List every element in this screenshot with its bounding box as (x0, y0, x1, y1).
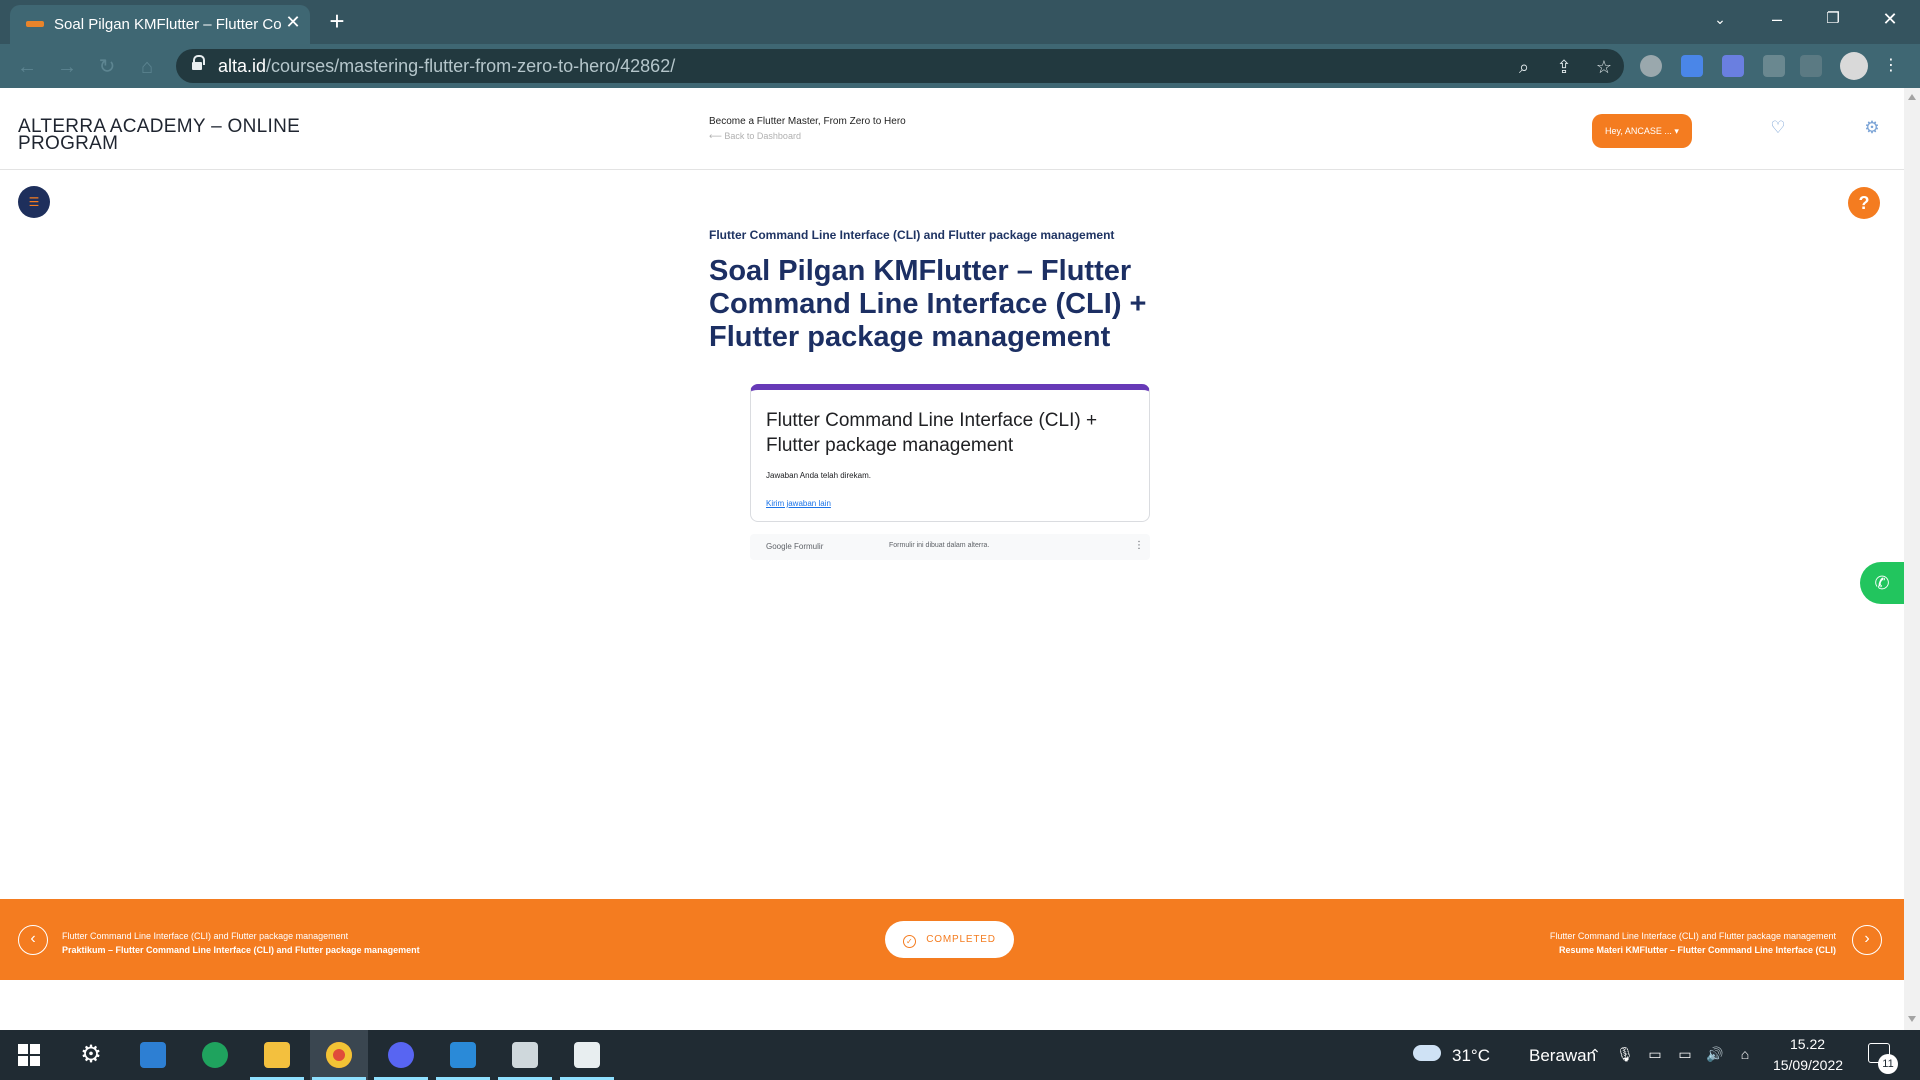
page-scrollbar[interactable] (1904, 88, 1920, 1030)
taskbar-file-explorer[interactable] (248, 1030, 306, 1080)
volume-icon[interactable]: 🔊 (1705, 1044, 1725, 1064)
app-terminal-icon (574, 1042, 600, 1068)
curriculum-menu-button[interactable]: ☰ (18, 186, 50, 218)
home-icon[interactable]: ⌂ (134, 54, 160, 80)
display-icon[interactable]: ▭ (1645, 1044, 1665, 1064)
scroll-down-arrow-icon[interactable] (1908, 1016, 1916, 1022)
share-icon[interactable]: ⇪ (1552, 55, 1576, 79)
extension-dictionary-icon[interactable] (1722, 55, 1744, 77)
show-hidden-icons-chevron-icon[interactable]: ⌃ (1585, 1044, 1605, 1064)
next-lesson-chevron-icon[interactable]: › (1852, 925, 1882, 955)
forward-arrow-icon[interactable]: → (54, 54, 80, 80)
browser-toolbar: ← → ↻ ⌂ alta.id/courses/mastering-flutte… (0, 44, 1920, 88)
lesson-section-name: Flutter Command Line Interface (CLI) and… (709, 228, 1115, 242)
new-tab-button[interactable]: + (322, 8, 352, 36)
side-panel-icon[interactable] (1800, 55, 1822, 77)
completed-button[interactable]: ✓ COMPLETED (885, 921, 1014, 958)
prev-section-name: Flutter Command Line Interface (CLI) and… (62, 931, 349, 941)
submit-another-response-link[interactable]: Kirim jawaban lain (766, 499, 831, 508)
extension-music-icon[interactable] (1640, 55, 1662, 77)
wishlist-heart-icon[interactable]: ♡ (1768, 118, 1788, 138)
extension-translate-icon[interactable] (1681, 55, 1703, 77)
prev-lesson-link[interactable]: Flutter Command Line Interface (CLI) and… (62, 929, 420, 957)
google-forms-logo[interactable]: Google Formulir (766, 542, 823, 551)
browser-tab[interactable]: Soal Pilgan KMFlutter – Flutter Command … (10, 5, 310, 44)
scroll-up-arrow-icon[interactable] (1908, 94, 1916, 100)
browser-menu-icon[interactable]: ⋮ (1880, 55, 1902, 77)
clock-date[interactable]: 15/09/2022 (1768, 1057, 1848, 1073)
back-link-label[interactable]: Back to Dashboard (724, 131, 801, 141)
clock-time[interactable]: 15.22 (1790, 1036, 1825, 1052)
back-arrow-icon[interactable]: ← (14, 54, 40, 80)
edge-browser-icon (202, 1042, 228, 1068)
course-title: Become a Flutter Master, From Zero to He… (709, 116, 906, 127)
taskbar-settings[interactable]: ⚙ (62, 1030, 120, 1080)
more-options-icon[interactable]: ⋮ (1134, 540, 1144, 551)
zoom-icon[interactable]: ⌕ (1512, 55, 1536, 79)
start-button[interactable] (0, 1030, 58, 1080)
taskbar-edge[interactable] (186, 1030, 244, 1080)
folder-icon (264, 1042, 290, 1068)
tab-search-icon[interactable]: ⌄ (1700, 4, 1740, 34)
completed-label: COMPLETED (926, 934, 996, 945)
url-text: alta.id/courses/mastering-flutter-from-z… (218, 56, 676, 76)
cloud-weather-icon[interactable] (1413, 1045, 1441, 1061)
address-bar[interactable]: alta.id/courses/mastering-flutter-from-z… (176, 49, 1624, 83)
next-lesson-link[interactable]: Flutter Command Line Interface (CLI) and… (1550, 929, 1836, 957)
form-footer: Google Formulir Formulir ini dibuat dala… (750, 534, 1150, 560)
profile-avatar-icon[interactable] (1840, 52, 1868, 80)
check-circle-icon: ✓ (903, 935, 917, 948)
user-menu-label: Hey, ANCASE ... (1605, 126, 1672, 136)
browser-tab-bar: Soal Pilgan KMFlutter – Flutter Command … (0, 0, 1920, 44)
mail-icon (140, 1042, 166, 1068)
taskbar-app-terminal[interactable] (558, 1030, 616, 1080)
settings-gear-taskbar-icon: ⚙ (80, 1041, 102, 1068)
site-header: ALTERRA ACADEMY – ONLINE PROGRAM Become … (0, 88, 1904, 170)
next-section-name: Flutter Command Line Interface (CLI) and… (1549, 931, 1836, 941)
next-lesson-name: Resume Materi KMFlutter – Flutter Comman… (1558, 945, 1836, 955)
form-title: Flutter Command Line Interface (CLI) + F… (766, 410, 1098, 456)
lock-icon[interactable] (192, 55, 205, 71)
chrome-icon (326, 1042, 352, 1068)
extensions-puzzle-icon[interactable] (1763, 55, 1785, 77)
user-menu-button[interactable]: Hey, ANCASE ... ▾ (1592, 114, 1692, 148)
notification-count-badge: 11 (1878, 1054, 1898, 1074)
discord-icon (388, 1042, 414, 1068)
taskbar-app-window[interactable] (496, 1030, 554, 1080)
window-close-button[interactable]: ✕ (1870, 4, 1910, 34)
back-to-dashboard-link[interactable]: ⟵ Back to Dashboard (709, 131, 801, 142)
taskbar-mail[interactable] (124, 1030, 182, 1080)
minimize-button[interactable]: – (1757, 4, 1797, 34)
microphone-icon[interactable]: 🎙 (1615, 1044, 1635, 1064)
tab-title: Soal Pilgan KMFlutter – Flutter Command … (54, 16, 282, 33)
lesson-navigation-bar: ‹ Flutter Command Line Interface (CLI) a… (0, 899, 1904, 980)
weather-temperature[interactable]: 31°C (1452, 1046, 1490, 1066)
settings-gear-icon[interactable]: ⚙ (1862, 118, 1882, 138)
form-confirmation-message: Jawaban Anda telah direkam. (766, 471, 871, 480)
taskbar-discord[interactable] (372, 1030, 430, 1080)
prev-lesson-chevron-icon[interactable]: ‹ (18, 925, 48, 955)
google-form-card: Flutter Command Line Interface (CLI) + F… (750, 384, 1150, 522)
help-question-icon[interactable]: ? (1848, 187, 1880, 219)
reload-icon[interactable]: ↻ (94, 54, 120, 80)
bookmark-star-icon[interactable]: ☆ (1592, 55, 1616, 79)
app-window-icon (512, 1042, 538, 1068)
battery-icon[interactable]: ▭ (1675, 1044, 1695, 1064)
windows-logo-icon (16, 1042, 42, 1068)
site-favicon-icon (26, 21, 44, 27)
windows-taskbar: ⚙ 31°C Berawan ⌃ 🎙 ▭ ▭ 🔊 ⌂ 15.22 15/09/2… (0, 1030, 1920, 1080)
network-icon[interactable]: ⌂ (1735, 1044, 1755, 1064)
taskbar-vscode[interactable] (434, 1030, 492, 1080)
vscode-icon (450, 1042, 476, 1068)
restore-button[interactable]: ❐ (1813, 4, 1853, 34)
web-page: ALTERRA ACADEMY – ONLINE PROGRAM Become … (0, 88, 1904, 1030)
whatsapp-chat-button[interactable]: ✆ (1860, 562, 1904, 604)
prev-lesson-name: Praktikum – Flutter Command Line Interfa… (62, 945, 420, 955)
form-footer-note: Formulir ini dibuat dalam alterra. (889, 542, 990, 549)
taskbar-chrome[interactable] (310, 1030, 368, 1080)
close-tab-icon[interactable]: ✕ (282, 11, 304, 33)
lesson-title: Soal Pilgan KMFlutter – Flutter Command … (709, 255, 1147, 353)
brand-logo-text[interactable]: ALTERRA ACADEMY – ONLINE PROGRAM (18, 117, 348, 153)
